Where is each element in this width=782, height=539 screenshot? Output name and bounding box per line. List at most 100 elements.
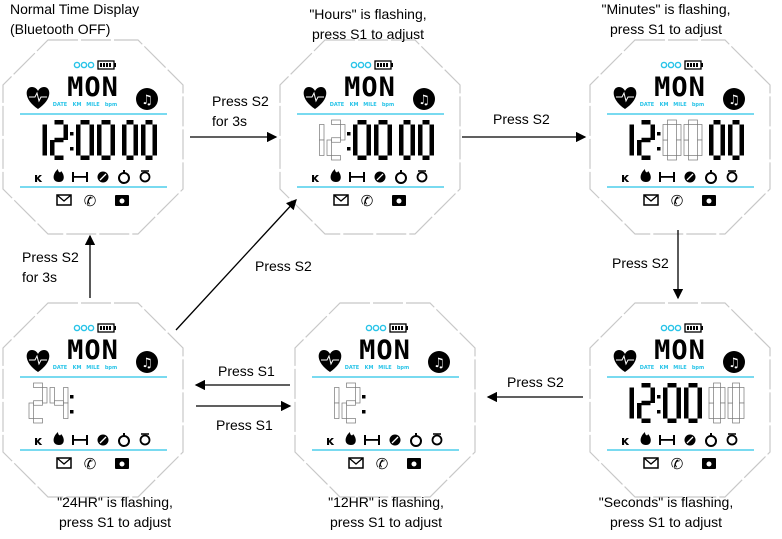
digit-segment: [728, 140, 733, 156]
colon-dot: [362, 395, 366, 399]
label-press-s2: Press S2: [493, 111, 550, 127]
phone-icon: ✆: [376, 455, 389, 473]
phone-icon: ✆: [84, 192, 97, 210]
digit-segment: [684, 403, 689, 419]
digit-segment: [667, 418, 677, 423]
digit-segment: [355, 387, 361, 404]
digit-segment: [410, 140, 415, 156]
digit-segment: [629, 140, 634, 156]
digit-segment: [54, 400, 64, 406]
dumbbell-icon: [364, 435, 366, 445]
runner-icon: ᴋ: [326, 434, 335, 448]
digit-segment: [33, 382, 43, 388]
digit-segment: [126, 120, 134, 125]
digit-segment: [629, 387, 634, 403]
digit-segment: [152, 140, 157, 156]
digit-segment: [697, 387, 702, 403]
digit-segment: [713, 120, 721, 125]
digit-segment: [713, 382, 721, 388]
label-press-s2: Press S2: [22, 249, 79, 265]
colon-dot: [657, 147, 661, 151]
watch-face-hr12: MON ♫ DATE KM MILE bpm ᴋ ✆: [294, 302, 476, 498]
colon-dot: [347, 147, 351, 151]
indicator-date: DATE: [640, 102, 655, 108]
digit-segment: [688, 119, 698, 125]
digit-segment: [42, 124, 47, 140]
indicator-bpm: bpm: [397, 365, 409, 371]
caption-12hr-line1: "12HR" is flashing,: [328, 494, 444, 510]
digit-segment: [33, 418, 43, 424]
indicator-bpm: bpm: [692, 365, 704, 371]
indicator-km: KM: [660, 102, 669, 108]
digit-segment: [684, 387, 689, 403]
digit-segment: [346, 400, 356, 406]
digit-segment: [353, 124, 358, 140]
runner-icon: ᴋ: [34, 171, 43, 185]
dumbbell-icon: [659, 435, 661, 445]
indicator-km: KM: [350, 102, 359, 108]
digit-segment: [346, 382, 356, 388]
digit-segment: [676, 403, 681, 419]
colon-dot: [657, 395, 661, 399]
digit-segment: [97, 124, 102, 140]
digit-segment: [353, 140, 358, 156]
dumbbell-icon: [659, 172, 661, 182]
digit-segment: [76, 140, 81, 156]
digit-segment: [667, 383, 677, 388]
runner-icon: ᴋ: [621, 434, 630, 448]
dumbbell-icon: [350, 176, 364, 178]
digit-segment: [357, 120, 367, 125]
digit-segment: [341, 402, 347, 419]
seven-segment-digit: [629, 387, 634, 419]
digit-segment: [50, 140, 55, 156]
digit-segment: [732, 382, 740, 388]
colon-dot: [362, 410, 366, 414]
digit-segment: [641, 155, 651, 160]
digit-segment: [662, 124, 668, 141]
digit-segment: [720, 140, 725, 156]
digit-segment: [728, 124, 733, 140]
digit-segment: [727, 387, 733, 404]
music-note: ♫: [728, 356, 740, 371]
caption-minutes-line2: press S1 to adjust: [610, 21, 722, 37]
digit-segment: [727, 402, 733, 419]
digit-segment: [319, 124, 325, 141]
digit-segment: [697, 124, 703, 141]
runner-icon: ᴋ: [311, 171, 320, 185]
digit-segment: [340, 124, 346, 141]
digit-segment: [688, 383, 698, 388]
indicator-mile: MILE: [673, 102, 687, 108]
indicator-mile: MILE: [378, 365, 392, 371]
digit-segment: [97, 140, 102, 156]
digit-segment: [641, 137, 651, 143]
caption-24hr-line2: press S1 to adjust: [59, 514, 171, 530]
digit-segment: [637, 140, 642, 156]
digit-segment: [28, 402, 34, 419]
colon-dot: [70, 410, 74, 414]
seven-segment-digit: [334, 387, 340, 419]
diagram-canvas: MON ♫DATE KM MILE bpmᴋ✆MON ♫DATE KM MILE bpmᴋ✆MO…: [2, 1, 771, 530]
dumbbell-icon: [73, 439, 87, 441]
digit-segment: [101, 155, 111, 160]
watch-face-normal: MON ♫ DATE KM MILE bpm ᴋ ✆: [2, 39, 184, 235]
day-of-week: MON: [359, 335, 411, 366]
digit-segment: [387, 124, 392, 140]
digit-segment: [80, 155, 90, 160]
digit-segment: [697, 403, 702, 419]
colon-dot: [347, 132, 351, 136]
digit-segment: [76, 124, 81, 140]
digit-segment: [346, 418, 356, 424]
dumbbell-icon: [660, 176, 674, 178]
indicator-bpm: bpm: [692, 102, 704, 108]
label-press-s1: Press S1: [218, 363, 275, 379]
digit-segment: [732, 155, 740, 160]
digit-segment: [739, 402, 745, 419]
dumbbell-icon: [86, 172, 88, 182]
label-press-s2: Press S2: [212, 93, 269, 109]
digit-segment: [732, 120, 740, 125]
label-press-s2: Press S2: [255, 258, 312, 274]
mode-diagram: MON ♫ DATE KM MILE bpm ᴋ ✆ MON ♫ DATE KM MILE bpm ᴋ ✆ MO…: [0, 0, 782, 539]
music-note: ♫: [433, 356, 445, 371]
digit-segment: [133, 140, 138, 156]
digit-segment: [399, 124, 404, 140]
